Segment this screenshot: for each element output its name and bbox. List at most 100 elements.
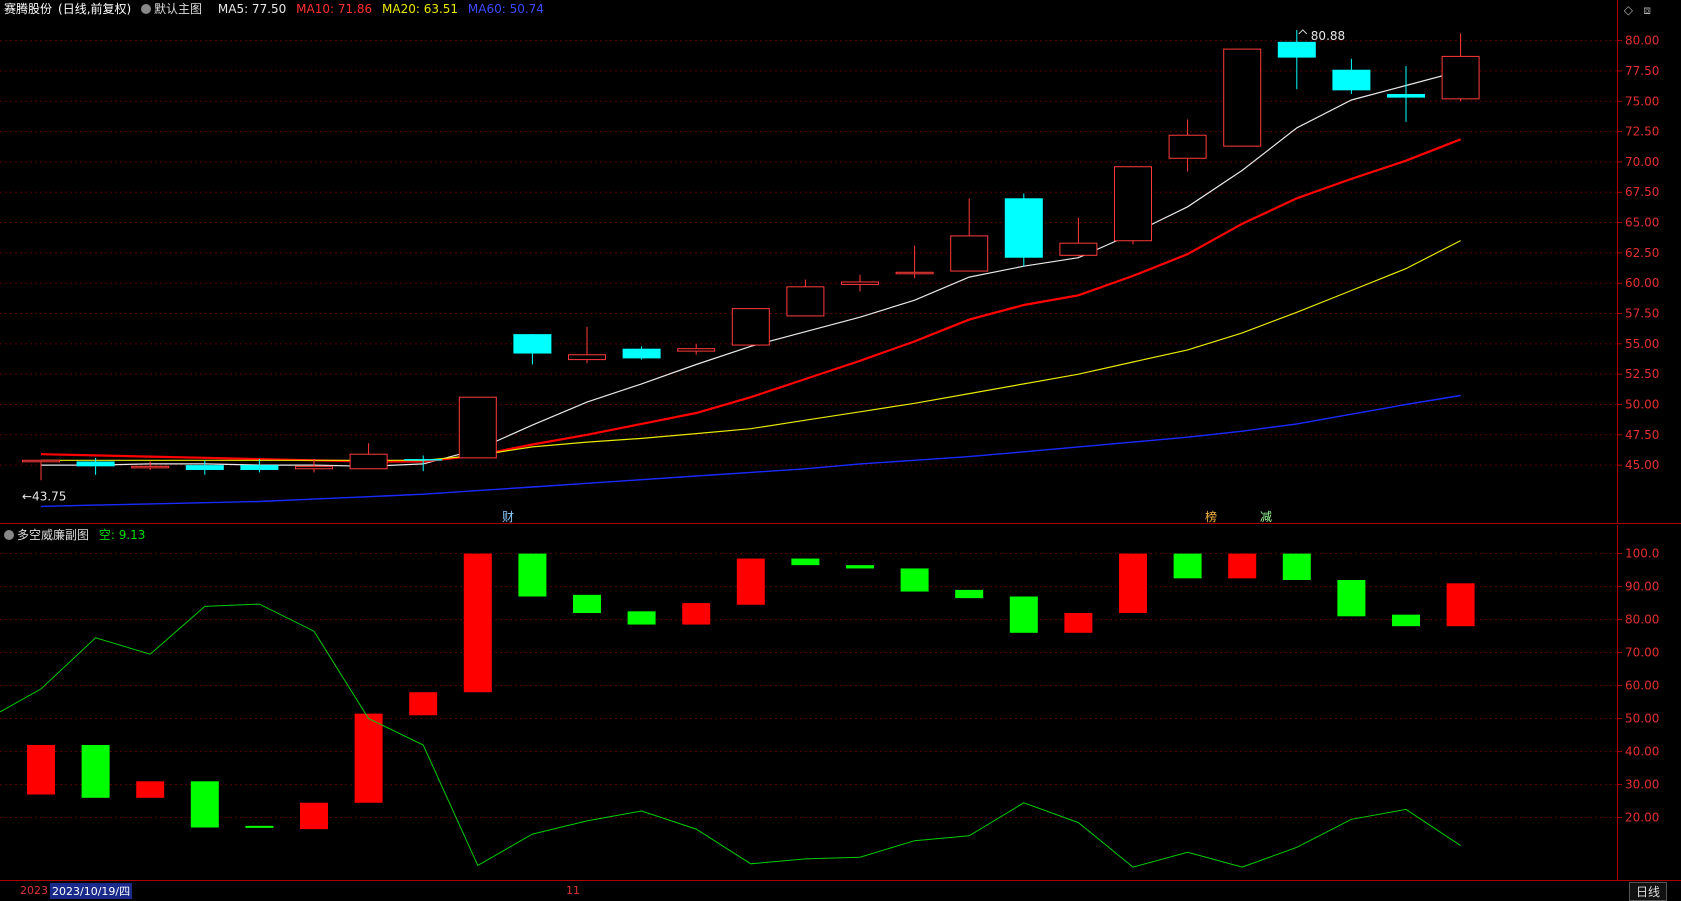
candle bbox=[404, 455, 443, 472]
price-tick-label: 55.00 bbox=[1625, 337, 1659, 351]
candle bbox=[622, 346, 661, 360]
indicator-bar bbox=[791, 558, 820, 566]
period-button[interactable]: 日线 bbox=[1628, 882, 1667, 901]
candle bbox=[458, 396, 497, 459]
candle bbox=[1004, 193, 1043, 267]
reduction-marker[interactable]: 减 bbox=[1260, 508, 1272, 525]
indicator-bar bbox=[409, 692, 438, 716]
candle bbox=[185, 460, 224, 475]
candle bbox=[1387, 66, 1425, 122]
candle-body bbox=[568, 354, 606, 361]
indicator-bar bbox=[682, 603, 711, 625]
price-tick-label: 67.50 bbox=[1625, 185, 1659, 199]
candle-body bbox=[1114, 166, 1152, 242]
candle-body bbox=[1059, 242, 1098, 256]
indicator-bar bbox=[1173, 553, 1202, 579]
indicator-tick-label: 50.00 bbox=[1625, 712, 1659, 726]
candle bbox=[240, 459, 279, 473]
candle-body bbox=[950, 235, 989, 272]
candle-body bbox=[458, 396, 497, 459]
indicator-bar bbox=[627, 611, 656, 625]
price-tick-label: 72.50 bbox=[1625, 125, 1659, 139]
indicator-bar bbox=[518, 553, 547, 597]
price-tick-label: 52.50 bbox=[1625, 367, 1659, 381]
candle-body bbox=[895, 271, 934, 275]
indicator-bar bbox=[1446, 583, 1475, 627]
candle bbox=[131, 461, 170, 470]
indicator-bar bbox=[900, 568, 929, 592]
indicator-bar bbox=[245, 825, 274, 828]
indicator-bar bbox=[136, 781, 165, 798]
low-price-label: ←43.75 bbox=[22, 489, 66, 503]
candle bbox=[513, 334, 552, 365]
indicator-bar bbox=[1228, 553, 1257, 579]
indicator-bar bbox=[955, 589, 984, 599]
price-tick-label: 70.00 bbox=[1625, 155, 1659, 169]
indicator-bar bbox=[27, 745, 55, 795]
indicator-bar bbox=[1009, 596, 1038, 633]
candle-body bbox=[677, 348, 716, 352]
indicator-bar bbox=[1064, 613, 1093, 633]
candle-body bbox=[622, 348, 661, 359]
indicator-tick-label: 40.00 bbox=[1625, 745, 1659, 759]
indicator-tick-label: 100.0 bbox=[1625, 547, 1659, 561]
price-tick-label: 50.00 bbox=[1625, 397, 1659, 411]
candle-body bbox=[1387, 93, 1425, 98]
price-tick-label: 75.00 bbox=[1625, 94, 1659, 108]
candle-body bbox=[1168, 134, 1207, 159]
indicator-tick-label: 70.00 bbox=[1625, 646, 1659, 660]
candle bbox=[731, 308, 770, 346]
candle-body bbox=[1332, 69, 1371, 91]
ma-line-ma20 bbox=[41, 240, 1461, 461]
candle bbox=[1168, 119, 1207, 172]
candle bbox=[568, 326, 606, 364]
price-tick-label: 77.50 bbox=[1625, 64, 1659, 78]
price-tick-label: 60.00 bbox=[1625, 276, 1659, 290]
selected-date-label: 2023/10/19/四 bbox=[50, 883, 133, 899]
indicator-bar bbox=[354, 713, 383, 803]
earnings-marker[interactable]: 财 bbox=[502, 508, 514, 525]
ma-line-ma60 bbox=[40, 394, 1461, 508]
indicator-bar bbox=[736, 558, 765, 605]
candlestick-chart: 80.00 77.50 75.00 72.50 70.00 67.50 65.00 62.50… bbox=[0, 0, 1681, 524]
candle bbox=[1114, 166, 1152, 245]
candle-body bbox=[22, 459, 60, 463]
high-price-label: 80.88 bbox=[1311, 29, 1345, 43]
main-chart-pane[interactable]: 赛腾股份 (日线,前复权) 默认主图 MA5: 77.50 MA10: 71.86… bbox=[0, 0, 1681, 524]
indicator-bar bbox=[190, 781, 219, 828]
indicator-pane[interactable]: 多空威廉副图 空: 9.13 100.0 90.00 80.00 70.00 60.00… bbox=[0, 525, 1681, 881]
candle-body bbox=[841, 281, 879, 285]
candle bbox=[786, 279, 825, 317]
dragon-tiger-marker[interactable]: 榜 bbox=[1205, 508, 1217, 525]
indicator-tick-label: 30.00 bbox=[1625, 778, 1659, 792]
candle bbox=[1441, 33, 1480, 102]
indicator-tick-label: 90.00 bbox=[1625, 580, 1659, 594]
ma-line-ma10 bbox=[40, 138, 1462, 463]
candle bbox=[1223, 48, 1262, 147]
candle-body bbox=[404, 459, 443, 461]
candle-body bbox=[513, 334, 552, 354]
indicator-bar bbox=[81, 745, 110, 798]
month-tick-label: 11 bbox=[566, 884, 580, 897]
price-tick-label: 62.50 bbox=[1625, 246, 1659, 260]
indicator-bar bbox=[1119, 553, 1147, 613]
indicator-bar bbox=[573, 594, 601, 613]
date-axis-bar: 2023 2023/10/19/四 11 日线 bbox=[0, 881, 1681, 901]
price-tick-label: 47.50 bbox=[1625, 428, 1659, 442]
candle-body bbox=[295, 465, 333, 470]
candle-body bbox=[76, 461, 115, 467]
year-label: 2023 bbox=[20, 884, 48, 897]
candle bbox=[950, 198, 989, 272]
candle bbox=[677, 343, 716, 355]
candle bbox=[841, 274, 879, 292]
candle bbox=[895, 245, 934, 279]
indicator-bar bbox=[300, 802, 328, 830]
indicator-bar bbox=[1337, 580, 1366, 617]
high-arrow-icon bbox=[1298, 29, 1308, 35]
indicator-bar bbox=[1392, 614, 1420, 627]
candle-body bbox=[1277, 41, 1316, 58]
williams-indicator-chart: 100.0 90.00 80.00 70.00 60.00 50.00 40.00 30.00… bbox=[0, 525, 1681, 881]
candle-body bbox=[786, 286, 825, 317]
price-tick-label: 65.00 bbox=[1625, 216, 1659, 230]
candle-body bbox=[185, 465, 224, 470]
